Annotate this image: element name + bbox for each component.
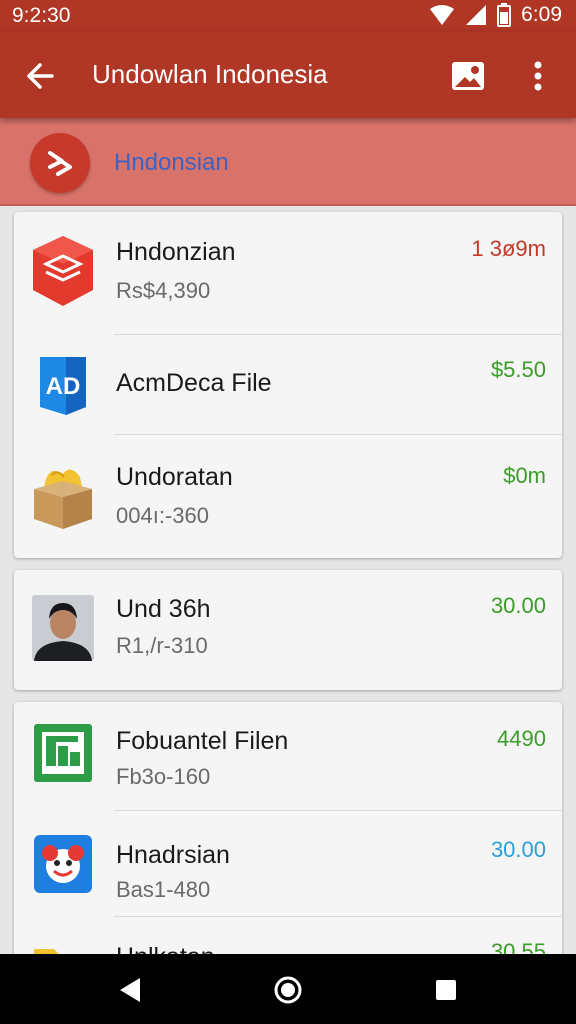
ad-blue-icon: AD — [32, 351, 94, 415]
list-item[interactable]: Hndonzian Rs$4,390 1 3ø9m — [14, 212, 562, 335]
recents-square-icon[interactable] — [426, 972, 466, 1008]
back-arrow-icon[interactable] — [20, 56, 60, 96]
app-bar: Undowlan Indonesia — [0, 32, 576, 118]
transaction-card: Hndonzian Rs$4,390 1 3ø9m AD AcmDeca Fil… — [14, 212, 562, 558]
svg-text:AD: AD — [46, 373, 81, 400]
wifi-icon — [429, 4, 455, 26]
navigation-bar — [0, 954, 576, 1024]
item-subtitle: Bas1-480 — [116, 877, 211, 902]
signal-icon — [465, 4, 487, 26]
item-amount: 30.00 — [490, 593, 546, 618]
item-name: Undoratan — [116, 463, 233, 491]
item-amount: 4490 — [497, 726, 546, 751]
status-bar: 9:2:30 6:09 — [0, 0, 576, 32]
green-sheet-icon — [32, 722, 94, 784]
list-item[interactable]: Fobuantel Filen Fb3o-160 4490 — [14, 702, 562, 811]
gold-box-icon — [32, 461, 94, 529]
image-icon[interactable] — [448, 56, 488, 96]
app-title: Undowlan Indonesia — [92, 59, 328, 89]
item-subtitle: 004ı:-360 — [116, 503, 209, 528]
home-circle-icon[interactable] — [268, 972, 308, 1008]
account-header[interactable]: Hndonsian — [0, 118, 576, 206]
account-label: Hndonsian — [114, 149, 229, 176]
back-triangle-icon[interactable] — [110, 972, 150, 1008]
app-logo-icon — [30, 133, 90, 193]
transaction-card: Und 36h R1,/r-310 30.00 — [14, 570, 562, 690]
item-name: Und 36h — [116, 595, 211, 623]
item-amount: 1 3ø9m — [471, 236, 546, 261]
status-clock: 6:09 — [521, 3, 562, 26]
item-name: AcmDeca File — [116, 369, 272, 397]
item-amount: 30.00 — [490, 837, 546, 862]
battery-icon — [497, 3, 512, 27]
item-amount: $0m — [503, 463, 546, 488]
person-photo-icon — [32, 595, 94, 661]
item-name: Hndonzian — [116, 238, 236, 266]
item-name: Hnadrsian — [116, 841, 230, 869]
list-item[interactable]: AD AcmDeca File $5.50 — [14, 335, 562, 435]
more-vert-icon[interactable] — [522, 56, 554, 96]
list-item[interactable]: Und 36h R1,/r-310 30.00 — [14, 570, 562, 690]
item-subtitle: Rs$4,390 — [116, 278, 211, 303]
item-amount: $5.50 — [490, 357, 546, 382]
list-item[interactable]: Undoratan 004ı:-360 $0m — [14, 435, 562, 558]
cartoon-face-icon — [32, 833, 94, 895]
item-subtitle: Fb3o-160 — [116, 764, 211, 789]
list-item[interactable]: Hnadrsian Bas1-480 30.00 — [14, 811, 562, 917]
transaction-card: Fobuantel Filen Fb3o-160 4490 Hnadrsian … — [14, 702, 562, 972]
item-subtitle: R1,/r-310 — [116, 633, 208, 658]
red-cube-icon — [32, 234, 94, 306]
item-name: Fobuantel Filen — [116, 727, 289, 755]
status-time: 9:2:30 — [12, 4, 71, 27]
